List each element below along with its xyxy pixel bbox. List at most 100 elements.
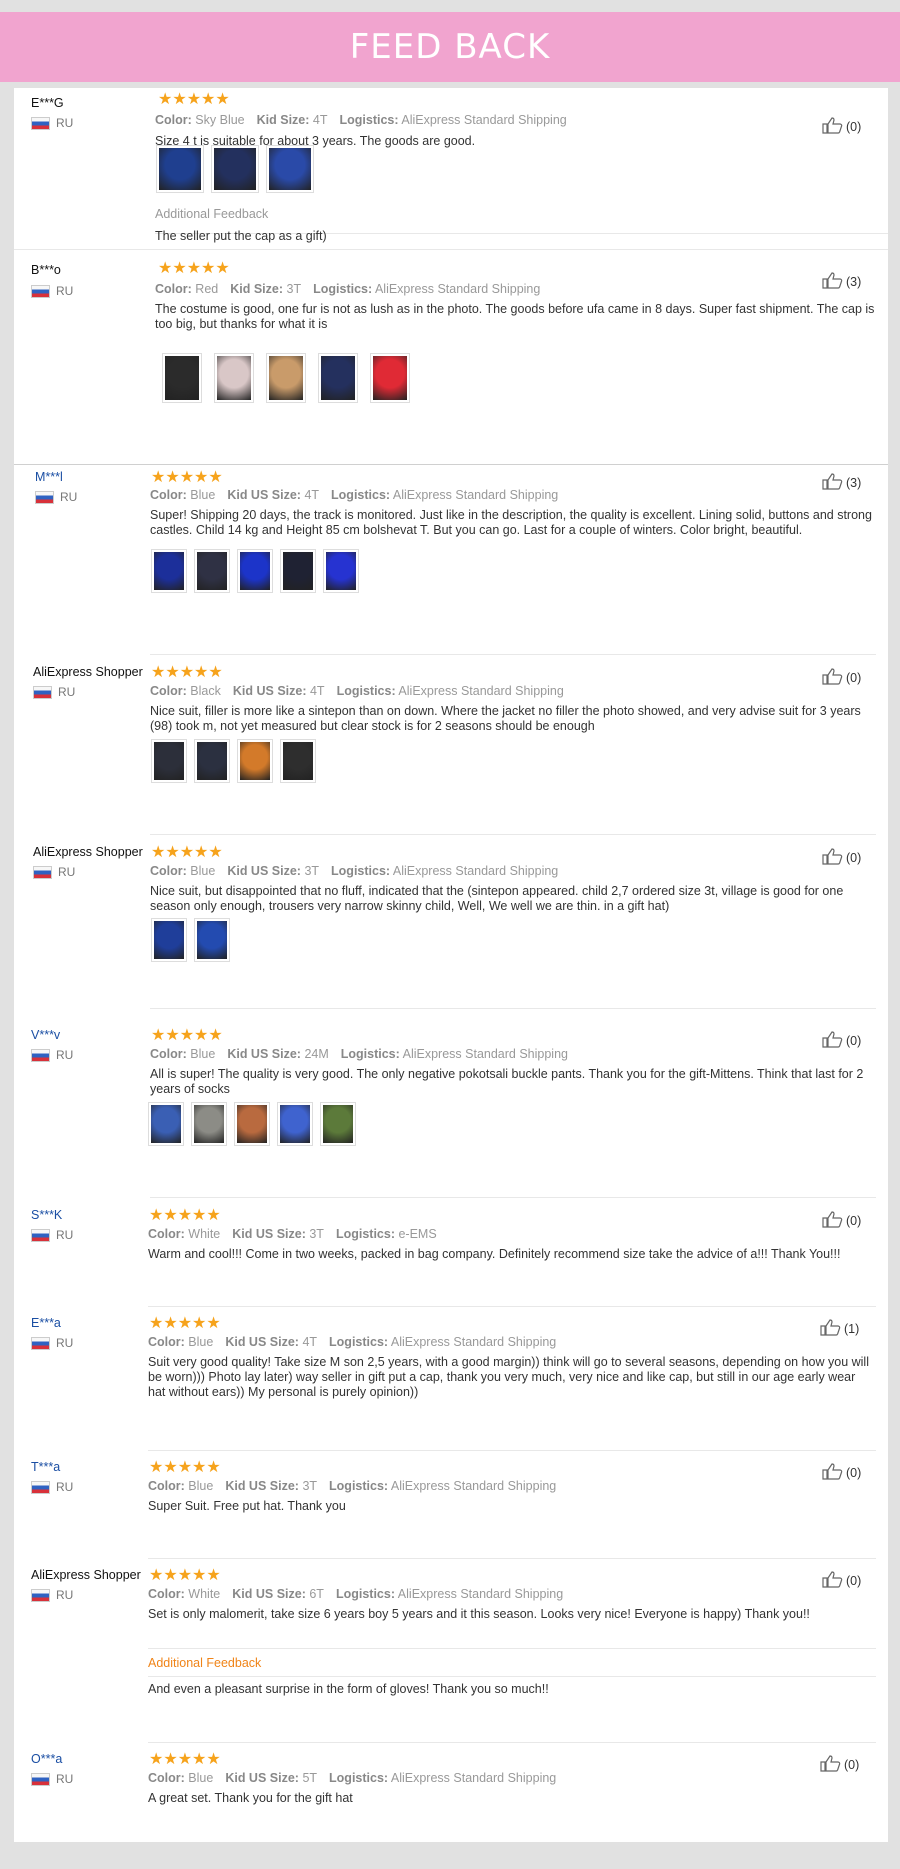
helpful-button[interactable]: (0) [822,1462,861,1483]
ru-flag-icon [33,685,52,699]
ru-flag-icon [33,865,52,879]
reviewer-name[interactable]: AliExpress Shopper [33,665,143,679]
divider [150,1197,876,1198]
review-photo-thumbnail[interactable] [191,1102,227,1146]
helpful-button[interactable]: (3) [822,271,861,292]
reviewer-name[interactable]: AliExpress Shopper [33,845,143,859]
helpful-button[interactable]: (0) [822,1030,861,1051]
star-rating: ★★★★★ [149,1315,221,1332]
helpful-button[interactable]: (0) [822,667,861,688]
thumbs-up-icon [822,1210,844,1231]
ru-flag-icon [31,1772,50,1786]
review-meta: Color: Blue Kid US Size: 3T Logistics: Ali… [148,1479,557,1493]
ru-flag-icon [31,116,50,130]
helpful-button[interactable]: (0) [820,1754,859,1775]
reviewer-country: RU [31,284,73,298]
reviewer-country: RU [33,685,75,699]
ru-flag-icon [35,490,54,504]
thumbs-up-icon [822,472,844,493]
review-photos [148,1102,363,1146]
thumbs-up-icon [822,1030,844,1051]
review-photo-thumbnail[interactable] [162,353,202,403]
review-meta: Color: Blue Kid US Size: 4T Logistics: Ali… [150,488,559,502]
review-text: Super! Shipping 20 days, the track is mo… [150,508,872,537]
review-photo-thumbnail[interactable] [237,549,273,593]
review-photo-thumbnail[interactable] [151,739,187,783]
review-photo-thumbnail[interactable] [156,145,204,193]
review-photo-thumbnail[interactable] [234,1102,270,1146]
review-meta: Color: Red Kid Size: 3T Logistics: AliExpr… [155,282,541,296]
review-photo-thumbnail[interactable] [280,549,316,593]
divider [150,1008,876,1009]
banner-title: FEED BACK [349,27,551,67]
review-meta: Color: White Kid US Size: 3T Logistics: e-… [148,1227,437,1241]
review-text: Set is only malomerit, take size 6 years… [148,1607,810,1621]
reviews-card: E***G RU ★★★★★ Color: Sky Blue Kid Size: … [14,88,888,1842]
helpful-button[interactable]: (3) [822,472,861,493]
review-photo-thumbnail[interactable] [194,549,230,593]
helpful-button[interactable]: (1) [820,1318,859,1339]
helpful-button[interactable]: (0) [822,847,861,868]
reviewer-name[interactable]: B***o [31,263,61,277]
reviewer-name[interactable]: O***a [31,1752,62,1766]
additional-feedback-text: And even a pleasant surprise in the form… [148,1682,549,1696]
review-text: Nice suit, filler is more like a sintepo… [150,704,861,733]
reviewer-name[interactable]: M***l [35,470,63,484]
ru-flag-icon [31,1336,50,1350]
review-photos [151,739,323,783]
divider [14,464,888,465]
review-photo-thumbnail[interactable] [266,353,306,403]
star-rating: ★★★★★ [158,260,230,277]
review-meta: Color: Blue Kid US Size: 5T Logistics: Ali… [148,1771,557,1785]
feedback-banner: FEED BACK [0,12,900,82]
review-photo-thumbnail[interactable] [151,918,187,962]
review-photo-thumbnail[interactable] [318,353,358,403]
review-photo-thumbnail[interactable] [320,1102,356,1146]
review-text: The costume is good, one fur is not as l… [155,302,875,331]
reviewer-country: RU [33,865,75,879]
thumbs-up-icon [822,847,844,868]
review-photo-thumbnail[interactable] [194,918,230,962]
reviewer-name[interactable]: T***a [31,1460,60,1474]
reviewer-country: RU [31,1336,73,1350]
review-photo-thumbnail[interactable] [323,549,359,593]
reviewer-country: RU [31,1228,73,1242]
review-photo-thumbnail[interactable] [277,1102,313,1146]
review-photo-thumbnail[interactable] [280,739,316,783]
helpful-button[interactable]: (0) [822,1570,861,1591]
thumbs-up-icon [822,116,844,137]
review-photo-thumbnail[interactable] [148,1102,184,1146]
star-rating: ★★★★★ [149,1751,221,1768]
thumbs-up-icon [822,271,844,292]
reviewer-name[interactable]: E***G [31,96,64,110]
helpful-button[interactable]: (0) [822,1210,861,1231]
review-photo-thumbnail[interactable] [211,145,259,193]
review-photo-thumbnail[interactable] [151,549,187,593]
thumbs-up-icon [822,1462,844,1483]
review-photo-thumbnail[interactable] [194,739,230,783]
review-meta: Color: Black Kid US Size: 4T Logistics: Al… [150,684,564,698]
helpful-button[interactable]: (0) [822,116,861,137]
reviewer-name[interactable]: AliExpress Shopper [31,1568,141,1582]
reviewer-name[interactable]: V***v [31,1028,60,1042]
reviewer-name[interactable]: E***a [31,1316,61,1330]
review-text: All is super! The quality is very good. … [150,1067,864,1096]
review-photo-thumbnail[interactable] [237,739,273,783]
star-rating: ★★★★★ [151,1027,223,1044]
review-photo-thumbnail[interactable] [370,353,410,403]
review-photos [156,145,321,193]
review-meta: Color: Blue Kid US Size: 4T Logistics: Ali… [148,1335,557,1349]
review-photo-thumbnail[interactable] [214,353,254,403]
divider [148,1648,876,1649]
divider [148,1450,876,1451]
ru-flag-icon [31,284,50,298]
ru-flag-icon [31,1228,50,1242]
reviewer-name[interactable]: S***K [31,1208,62,1222]
divider [150,654,876,655]
review-meta: Color: White Kid US Size: 6T Logistics: Al… [148,1587,564,1601]
review-meta: Color: Blue Kid US Size: 24M Logistics: Al… [150,1047,568,1061]
review-photos [151,549,366,593]
review-photo-thumbnail[interactable] [266,145,314,193]
ru-flag-icon [31,1048,50,1062]
reviewer-country: RU [31,1588,73,1602]
